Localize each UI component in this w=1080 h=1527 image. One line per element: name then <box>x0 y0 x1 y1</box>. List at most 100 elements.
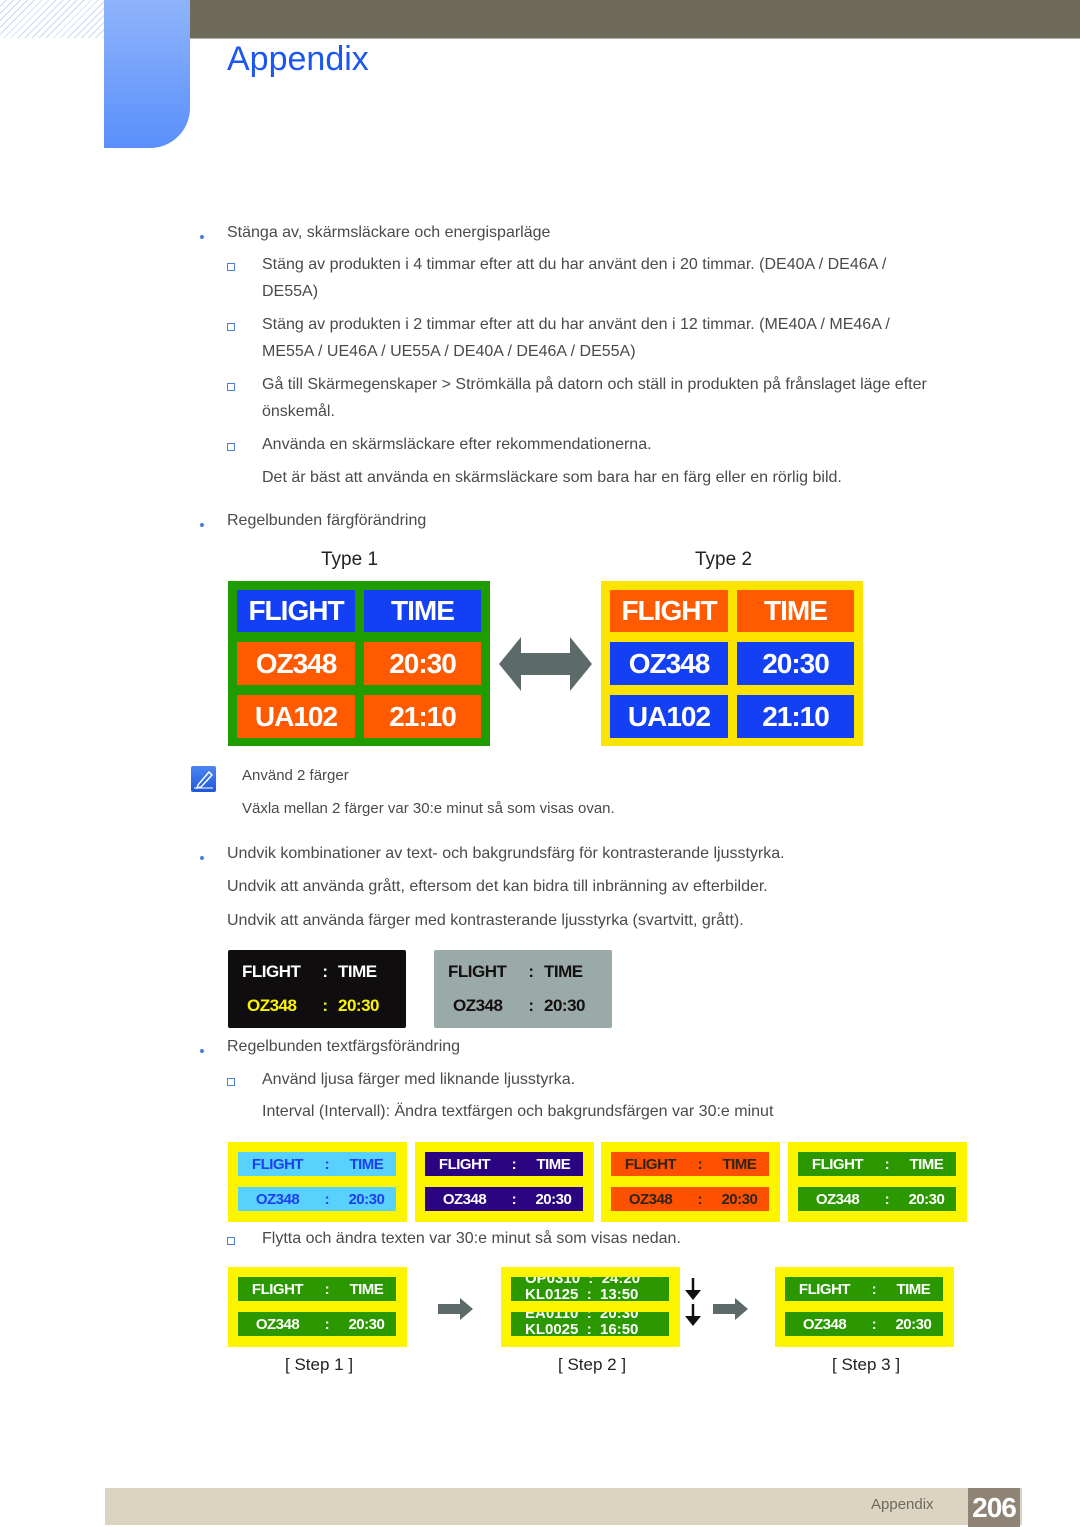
board-cell-flight: OZ348 <box>610 642 728 685</box>
square-bullet-icon <box>227 1237 235 1245</box>
sample-header-flight: FLIGHT <box>438 1155 491 1173</box>
sample-separator: : <box>884 1155 890 1173</box>
section4-item1-sub: Interval (Intervall): Ändra textfärgen o… <box>262 1103 774 1120</box>
square-bullet-icon <box>227 383 235 391</box>
board-header-flight: FLIGHT <box>610 590 728 632</box>
board-cell-time: 21:10 <box>364 695 481 738</box>
board-header-time: TIME <box>364 590 481 632</box>
board-cell-time: 20:30 <box>364 642 481 685</box>
chapter-tab <box>104 0 190 148</box>
sample-header-flight: FLIGHT <box>811 1155 864 1173</box>
sample-header-row: FLIGHT: TIME <box>785 1277 943 1301</box>
section1-item2-line1: Stäng av produkten i 2 timmar efter att … <box>262 316 890 333</box>
sample-separator: : <box>324 1280 330 1298</box>
sample-header-row: FLIGHT: TIME <box>611 1152 769 1176</box>
sample-separator: : <box>324 1155 330 1173</box>
sample-separator: : <box>322 962 328 981</box>
sample-header-time: TIME <box>536 1155 571 1173</box>
sample-value-time: 20:30 <box>895 1315 932 1333</box>
arrow-right-icon <box>713 1298 748 1320</box>
section3-line3: Undvik att använda färger med kontraster… <box>227 912 744 929</box>
step1-label: [ Step 1 ] <box>285 1355 354 1374</box>
sample-separator: : <box>528 996 534 1015</box>
bullet-icon <box>200 523 204 527</box>
sample-separator: : <box>511 1190 517 1208</box>
sample-header-row: FLIGHT: TIME <box>238 1277 396 1301</box>
bullet-icon <box>200 235 204 239</box>
sample-value-flight: OZ348 <box>628 1190 673 1208</box>
step3-label: [ Step 3 ] <box>832 1355 901 1374</box>
note-title: Använd 2 färger <box>242 767 349 784</box>
sample-value-row: OZ348:20:30 <box>785 1312 943 1336</box>
sample-header-flight: FLIGHT <box>798 1280 851 1298</box>
sample-separator: : <box>511 1155 517 1173</box>
sample-header-time: TIME <box>896 1280 931 1298</box>
section1-item2-line2: ME55A / UE46A / UE55A / DE40A / DE46A / … <box>262 343 636 360</box>
board-header-time: TIME <box>737 590 854 632</box>
section3-heading: Undvik kombinationer av text- och bakgru… <box>227 845 785 862</box>
sample-value-time: 20:30 <box>544 996 585 1015</box>
section1-item4-line2: Det är bäst att använda en skärmsläckare… <box>262 469 842 486</box>
sample-value-row: OZ348:20:30 <box>798 1187 956 1211</box>
sample-header-flight: FLIGHT <box>624 1155 677 1173</box>
step2-text: KL0125 : 13:50 <box>525 1286 639 1302</box>
section1-item1-line2: DE55A) <box>262 283 319 300</box>
step2-board: OP0310 : 24:20 KL0125 : 13:50 EA0110 : 2… <box>501 1267 680 1347</box>
section3-line2: Undvik att använda grått, eftersom det k… <box>227 878 768 895</box>
sample-header-time: TIME <box>349 1280 384 1298</box>
sample-value-row: OZ348:20:30 <box>238 1187 396 1211</box>
note-body: Växla mellan 2 färger var 30:e minut så … <box>242 800 615 817</box>
sample-header-flight: FLIGHT <box>251 1280 304 1298</box>
section1-item1-line1: Stäng av produkten i 4 timmar efter att … <box>262 256 887 273</box>
board-cell-flight: OZ348 <box>237 642 355 685</box>
color-sample-4: FLIGHT: TIME OZ348:20:30 <box>788 1142 967 1222</box>
color-sample-2: FLIGHT: TIME OZ348:20:30 <box>415 1142 594 1222</box>
section1-item3-line2: önskemål. <box>262 403 335 420</box>
header-bar <box>184 0 1080 39</box>
swap-arrow-icon <box>499 637 592 691</box>
sample-separator: : <box>528 962 534 981</box>
sample-value-time: 20:30 <box>908 1190 945 1208</box>
sample-header-flight: FLIGHT <box>242 962 301 981</box>
section1-item4-line1: Använda en skärmsläckare efter rekommend… <box>262 436 652 453</box>
sample-value-flight: OZ348 <box>255 1315 300 1333</box>
type2-board: FLIGHT TIME OZ348 20:30 UA102 21:10 <box>601 581 863 746</box>
section1-heading: Stänga av, skärmsläckare och energisparl… <box>227 224 551 241</box>
sample-value-row: OZ348:20:30 <box>611 1187 769 1211</box>
square-bullet-icon <box>227 263 235 271</box>
type2-label: Type 2 <box>695 549 753 570</box>
board-cell-flight: UA102 <box>237 695 355 738</box>
sample-value-time: 20:30 <box>535 1190 572 1208</box>
note-pencil-icon <box>191 766 216 792</box>
sample-separator: : <box>871 1280 877 1298</box>
sample-value-flight: OZ348 <box>815 1190 860 1208</box>
arrow-down-icon <box>685 1278 701 1326</box>
sample-separator: : <box>697 1190 703 1208</box>
sample-value-time: 20:30 <box>338 996 379 1015</box>
type1-label: Type 1 <box>321 549 379 570</box>
footer-section: Appendix <box>871 1496 934 1513</box>
section4-item2: Flytta och ändra texten var 30:e minut s… <box>262 1230 681 1247</box>
color-sample-1: FLIGHT: TIME OZ348:20:30 <box>228 1142 407 1222</box>
square-bullet-icon <box>227 323 235 331</box>
section1-item3-line1: Gå till Skärmegenskaper > Strömkälla på … <box>262 376 927 393</box>
sample-separator: : <box>324 1190 330 1208</box>
sample-header-time: TIME <box>349 1155 384 1173</box>
board-header-flight: FLIGHT <box>237 590 355 632</box>
board-cell-time: 21:10 <box>737 695 854 738</box>
sample-separator: : <box>884 1190 890 1208</box>
sample-header-row: FLIGHT: TIME <box>425 1152 583 1176</box>
sample-header-row: FLIGHT: TIME <box>238 1152 396 1176</box>
square-bullet-icon <box>227 443 235 451</box>
sample-header-row: FLIGHT: TIME <box>798 1152 956 1176</box>
step2-scroll-row: OP0310 : 24:20 KL0125 : 13:50 <box>511 1277 669 1301</box>
sample-separator: : <box>324 1315 330 1333</box>
color-sample-3: FLIGHT: TIME OZ348:20:30 <box>601 1142 780 1222</box>
sample-header-time: TIME <box>722 1155 757 1173</box>
step2-label: [ Step 2 ] <box>558 1355 627 1374</box>
sample-gray-board: FLIGHT : TIME OZ348 : 20:30 <box>434 950 612 1028</box>
sample-value-time: 20:30 <box>721 1190 758 1208</box>
section4-item1: Använd ljusa färger med liknande ljussty… <box>262 1071 576 1088</box>
bullet-icon <box>200 1049 204 1053</box>
type1-board: FLIGHT TIME OZ348 20:30 UA102 21:10 <box>228 581 490 746</box>
